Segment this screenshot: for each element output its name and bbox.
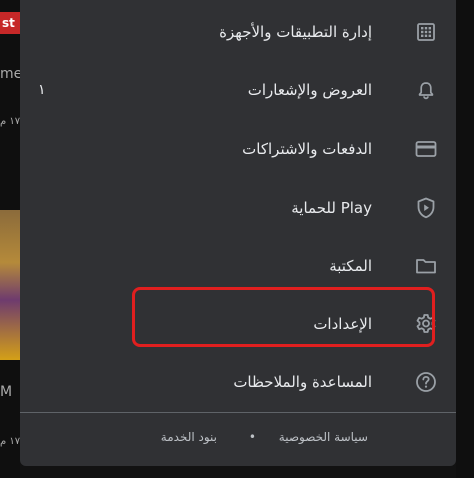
menu-divider [20,412,456,413]
help-circle-icon [414,370,438,394]
menu-item-help-feedback[interactable]: المساعدة والملاحظات [20,353,456,411]
menu-item-label: إدارة التطبيقات والأجهزة [219,23,372,41]
background-app-left: st me ١٧ م M ١٧ م [0,0,20,478]
footer-separator: • [248,430,256,444]
background-text: ١٧ م [0,436,20,447]
menu-footer: سياسة الخصوصية • بنود الخدمة [20,430,456,450]
background-badge: st [0,12,20,34]
account-menu: إدارة التطبيقات والأجهزة العروض والإشعار… [20,0,456,466]
apps-grid-icon [414,20,438,44]
notification-count: ١ [38,82,46,98]
settings-highlight-annotation [132,287,435,347]
credit-card-icon [414,137,438,161]
menu-item-offers-notifications[interactable]: العروض والإشعارات ١ [20,61,456,119]
menu-item-manage-apps[interactable]: إدارة التطبيقات والأجهزة [20,3,456,61]
menu-item-label: Play للحماية [291,199,372,217]
menu-item-play-protect[interactable]: Play للحماية [20,179,456,237]
folder-icon [414,254,438,278]
privacy-policy-link[interactable]: سياسة الخصوصية [279,430,368,444]
background-app-right [456,0,474,478]
menu-item-label: الدفعات والاشتراكات [242,140,372,158]
background-text: ١٧ م [0,116,20,127]
menu-item-label: المكتبة [329,257,372,275]
bell-icon [414,78,438,102]
menu-item-payments-subscriptions[interactable]: الدفعات والاشتراكات [20,120,456,178]
menu-item-label: المساعدة والملاحظات [233,373,372,391]
terms-of-service-link[interactable]: بنود الخدمة [161,430,217,444]
menu-item-label: العروض والإشعارات [247,81,372,99]
background-text: M [0,384,13,400]
play-protect-shield-icon [414,196,438,220]
background-text: me [0,66,20,82]
background-thumbnail [0,210,20,360]
